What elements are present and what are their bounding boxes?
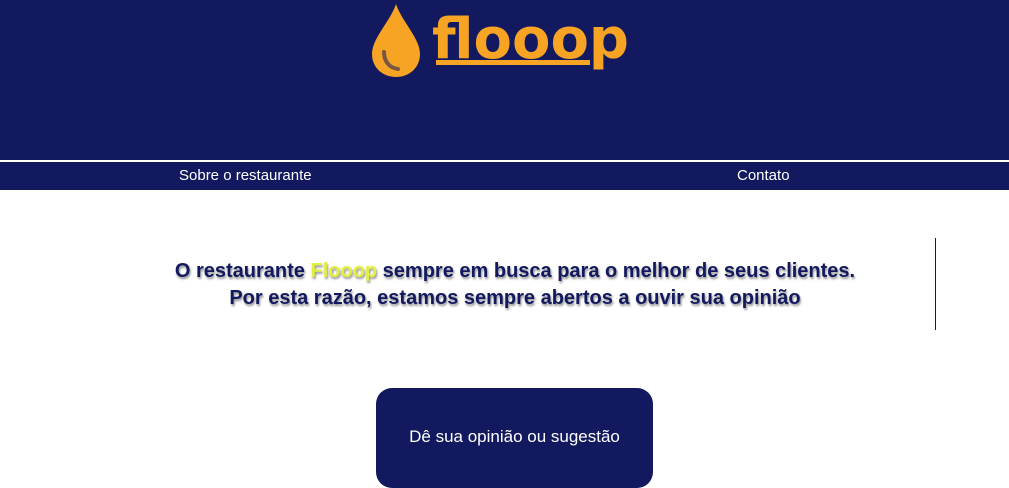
- intro-line-1: O restaurante Flooop sempre em busca par…: [100, 258, 930, 285]
- header: flooop: [0, 0, 1009, 160]
- logo-graphic: flooop: [372, 4, 629, 77]
- nav-item-about[interactable]: Sobre o restaurante: [179, 162, 312, 190]
- vertical-divider: [935, 238, 936, 330]
- drop-icon: [372, 4, 420, 77]
- feedback-card-title: Dê sua opinião ou sugestão: [409, 427, 620, 446]
- intro-line-1-prefix: O restaurante: [174, 260, 311, 282]
- intro-line-1-suffix: sempre em busca para o melhor de seus cl…: [377, 260, 856, 282]
- main-nav: Sobre o restaurante Contato: [0, 162, 1009, 190]
- brand-name: Flooop: [310, 260, 378, 282]
- intro-text: O restaurante Flooop sempre em busca par…: [100, 258, 930, 312]
- intro-line-2: Por esta razão, estamos sempre abertos a…: [229, 287, 801, 309]
- logo[interactable]: flooop: [372, 4, 632, 80]
- nav-item-contact[interactable]: Contato: [737, 162, 790, 190]
- feedback-card[interactable]: Dê sua opinião ou sugestão: [376, 388, 653, 488]
